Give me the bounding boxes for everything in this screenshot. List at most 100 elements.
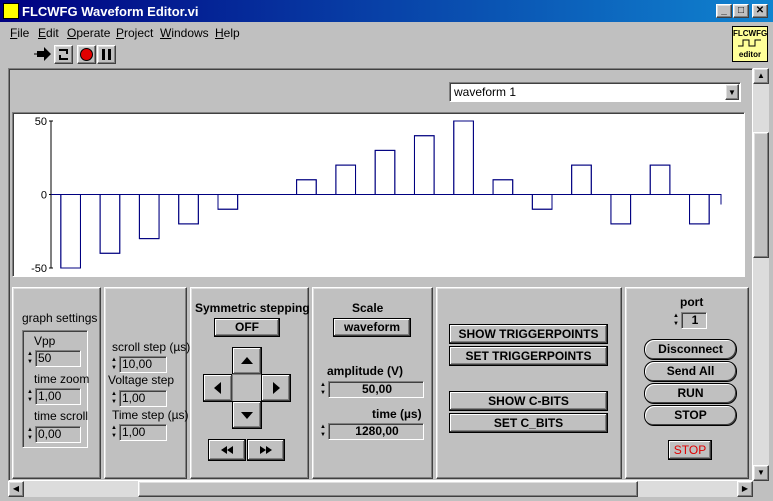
time-label: time (µs) [372, 407, 422, 421]
step-up-button[interactable] [232, 347, 262, 375]
step-down-button[interactable] [232, 401, 262, 429]
vertical-scrollbar[interactable]: ▲ ▼ [753, 68, 769, 481]
abort-icon[interactable] [77, 45, 96, 64]
spin-arrows-icon[interactable]: ▲ ▼ [26, 426, 34, 443]
menu-help[interactable]: Help [215, 26, 240, 40]
spin-arrows-icon[interactable]: ▲ ▼ [26, 388, 34, 405]
show-triggerpoints-button[interactable]: SHOW TRIGGERPOINTS [449, 324, 608, 344]
time-zoom-label: time zoom [34, 372, 90, 386]
maximize-button[interactable]: □ [733, 4, 749, 18]
fast-forward-button[interactable] [247, 439, 285, 461]
menu-bar: File Edit Operate Project Windows Help [0, 24, 730, 42]
waveform-bar [453, 120, 474, 195]
actions-group [436, 287, 622, 479]
waveform-graph[interactable]: 50 0 -50 [12, 112, 745, 277]
waveform-bar [296, 179, 317, 196]
set-triggerpoints-button[interactable]: SET TRIGGERPOINTS [449, 346, 608, 366]
waveform-bar [60, 194, 81, 269]
symmetric-stepping-title: Symmetric stepping [195, 301, 310, 315]
spin-arrows-icon[interactable]: ▲ ▼ [26, 350, 34, 367]
rewind-button[interactable] [208, 439, 246, 461]
pause-icon[interactable] [97, 45, 116, 64]
run-continuously-icon[interactable] [54, 45, 73, 64]
waveform-plot: 50 0 -50 [31, 116, 722, 275]
fast-forward-icon [260, 446, 272, 454]
scroll-left-icon[interactable]: ◀ [8, 481, 24, 497]
time-scroll-control[interactable]: ▲ ▼ 0,00 [26, 426, 82, 443]
scroll-right-icon[interactable]: ▶ [737, 481, 753, 497]
spin-arrows-icon[interactable]: ▲ ▼ [672, 312, 680, 329]
y-tick-label: 0 [41, 190, 47, 202]
horizontal-scroll-thumb[interactable] [138, 481, 638, 497]
voltage-step-control[interactable]: ▲ ▼ 1,00 [110, 390, 168, 407]
waveform-bar [335, 164, 357, 195]
y-tick-label: -50 [31, 263, 47, 275]
step-center-pad [232, 374, 262, 402]
amplitude-label: amplitude (V) [327, 364, 404, 378]
step-right-button[interactable] [261, 374, 291, 402]
menu-project[interactable]: Project [116, 26, 153, 40]
vpp-label: Vpp [34, 334, 56, 348]
send-all-button[interactable]: Send All [644, 361, 737, 382]
run-arrow-icon[interactable] [34, 45, 53, 64]
step-left-button[interactable] [203, 374, 233, 402]
show-cbits-button[interactable]: SHOW C-BITS [449, 391, 608, 411]
port-control[interactable]: ▲ ▼ 1 [672, 312, 708, 329]
spin-arrows-icon[interactable]: ▲ ▼ [110, 390, 118, 407]
scale-mode-button[interactable]: waveform [333, 318, 411, 337]
spin-arrows-icon[interactable]: ▲ ▼ [110, 356, 118, 373]
left-arrow-icon [214, 382, 221, 394]
time-scroll-label: time scroll [34, 409, 89, 423]
waveform-bar [531, 194, 553, 210]
app-icon[interactable] [3, 3, 19, 19]
menu-edit[interactable]: Edit [38, 26, 59, 40]
spin-arrows-icon[interactable]: ▲ ▼ [319, 381, 327, 398]
waveform-bar [689, 194, 710, 225]
minimize-button[interactable]: _ [716, 4, 732, 18]
set-cbits-button[interactable]: SET C_BITS [449, 413, 608, 433]
symmetric-toggle-button[interactable]: OFF [214, 318, 280, 337]
time-zoom-control[interactable]: ▲ ▼ 1,00 [26, 388, 82, 405]
scale-title: Scale [352, 301, 384, 315]
scroll-step-control[interactable]: ▲ ▼ 10,00 [110, 356, 168, 373]
waveform-bar [217, 194, 239, 210]
horizontal-scrollbar[interactable]: ◀ ▶ [8, 481, 753, 497]
close-button[interactable]: ✕ [752, 4, 768, 18]
waveform-bar [610, 194, 632, 225]
dropdown-arrow-icon[interactable]: ▼ [725, 84, 739, 100]
time-step-label: Time step (µs) [112, 408, 189, 422]
scroll-up-icon[interactable]: ▲ [753, 68, 769, 84]
menu-operate[interactable]: Operate [67, 26, 110, 40]
menu-file[interactable]: File [10, 26, 29, 40]
waveform-bar [492, 179, 514, 196]
run-button[interactable]: RUN [644, 383, 737, 404]
spin-arrows-icon[interactable]: ▲ ▼ [110, 424, 118, 441]
scroll-down-icon[interactable]: ▼ [753, 465, 769, 481]
menu-windows[interactable]: Windows [160, 26, 209, 40]
stop-red-button[interactable]: STOP [668, 440, 712, 460]
right-arrow-icon [273, 382, 280, 394]
voltage-step-label: Voltage step [108, 373, 175, 387]
spin-arrows-icon[interactable]: ▲ ▼ [319, 423, 327, 440]
time-control[interactable]: ▲ ▼ 1280,00 [319, 423, 425, 440]
waveform-selector[interactable]: waveform 1 ▼ [449, 82, 741, 102]
waveform-bar [99, 194, 121, 254]
port-label: port [680, 295, 704, 309]
down-arrow-icon [241, 412, 253, 419]
waveform-bar [649, 164, 671, 195]
vertical-scroll-thumb[interactable] [753, 132, 769, 258]
disconnect-button[interactable]: Disconnect [644, 339, 737, 360]
vpp-control[interactable]: ▲ ▼ 50 [26, 350, 82, 367]
scroll-step-label: scroll step (µs) [112, 340, 191, 354]
time-step-control[interactable]: ▲ ▼ 1,00 [110, 424, 168, 441]
y-tick-label: 50 [35, 116, 47, 128]
waveform-bar [138, 194, 160, 240]
stop-button[interactable]: STOP [644, 405, 737, 426]
waveform-bar [374, 149, 396, 195]
amplitude-control[interactable]: ▲ ▼ 50,00 [319, 381, 425, 398]
graph-settings-title: graph settings [22, 311, 98, 325]
up-arrow-icon [241, 357, 253, 364]
rewind-icon [221, 446, 233, 454]
waveform-bar [571, 164, 592, 195]
waveform-bar [413, 135, 435, 195]
